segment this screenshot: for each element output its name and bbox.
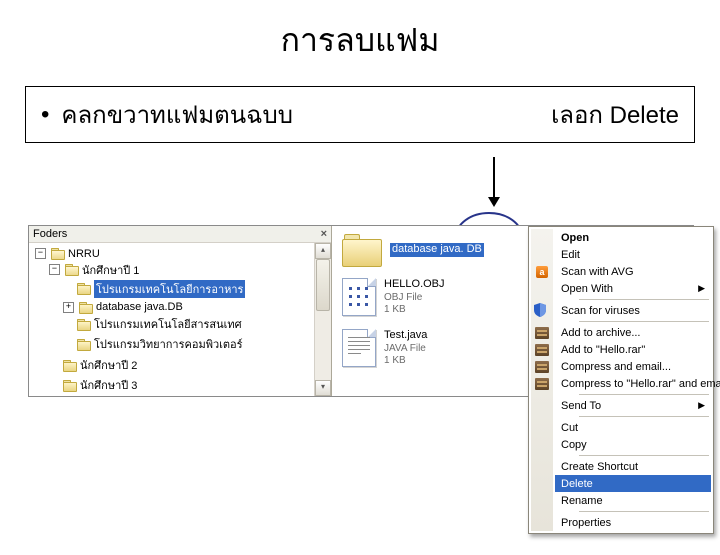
page-title: การลบแฟม [0,15,720,66]
folder-icon [77,319,91,330]
context-menu: Open Edit Scan with AVG Open With ▶ Scan… [528,226,714,534]
archive-icon [534,325,550,340]
menu-compress-hello-email[interactable]: Compress to "Hello.rar" and email [555,375,711,392]
scroll-up-icon[interactable]: ▴ [315,243,331,259]
file-name: Test.java [384,329,427,343]
file-type: OBJ File [384,292,445,305]
menu-separator [579,416,709,417]
collapse-icon[interactable]: − [35,248,46,259]
menu-add-hello[interactable]: Add to "Hello.rar" [555,341,711,358]
obj-file-icon [342,278,376,316]
folder-icon [77,339,91,350]
folders-header: Foders × [29,226,331,243]
folder-tree[interactable]: − NRRU − นักศึกษาปี 1 [33,245,331,396]
close-icon[interactable]: × [321,228,327,240]
tree-label-selected: โปรแกรมเทคโนโลยีการอาหาร [94,280,245,298]
scroll-down-icon[interactable]: ▾ [315,380,331,396]
menu-cut[interactable]: Cut [555,419,711,436]
tree-node-sub4[interactable]: โปรแกรมวิทยาการคอมพิวเตอร์ [63,335,243,353]
menu-rename[interactable]: Rename [555,492,711,509]
menu-edit[interactable]: Edit [555,246,711,263]
folder-icon [79,302,93,313]
menu-send-to[interactable]: Send To ▶ [555,397,711,414]
menu-open[interactable]: Open [555,229,711,246]
archive-icon [534,342,550,357]
menu-separator [579,394,709,395]
file-size: 1 KB [384,304,445,317]
folders-panel: Foders × ▴ ▾ − NRRU [29,226,332,396]
menu-delete[interactable]: Delete [555,475,711,492]
tree-label: database java.DB [96,301,183,313]
collapse-icon[interactable]: − [49,264,60,275]
arrow-annotation [488,157,500,207]
instruction-left: คลกขวาทแฟมตนฉบบ [61,95,293,134]
folder-large-icon [342,234,382,266]
tree-label: โปรแกรมวิทยาการคอมพิวเตอร์ [94,335,243,353]
folder-icon [65,264,79,275]
menu-scan-viruses[interactable]: Scan for viruses [555,302,711,319]
folder-icon [63,360,77,371]
menu-separator [579,511,709,512]
tree-node-year2[interactable]: นักศึกษาปี 2 [49,356,137,374]
menu-add-archive[interactable]: Add to archive... [555,324,711,341]
scrollbar[interactable]: ▴ ▾ [314,243,331,396]
folder-icon [51,248,65,259]
tree-node-year3[interactable]: นักศึกษาปี 3 [49,376,137,394]
scroll-thumb[interactable] [316,259,330,311]
file-size: 1 KB [384,355,427,368]
bullet-icon: • [41,101,49,129]
tree-label: นักศึกษาปี 2 [80,356,137,374]
expand-icon[interactable]: + [63,302,74,313]
shield-icon [534,303,546,317]
text-file-icon [342,329,376,367]
tree-label: โปรแกรมเทคโนโลยีสารสนเทศ [94,315,242,333]
file-name: HELLO.OBJ [384,278,445,292]
menu-copy[interactable]: Copy [555,436,711,453]
archive-icon [534,376,550,391]
menu-separator [579,455,709,456]
tree-node-sub1[interactable]: โปรแกรมเทคโนโลยีการอาหาร [63,280,245,298]
folders-title: Foders [33,228,67,240]
chevron-right-icon: ▶ [698,400,705,411]
menu-scan-avg[interactable]: Scan with AVG [555,263,711,280]
tree-label: นักศึกษาปี 3 [80,376,137,394]
folder-icon [77,283,91,294]
menu-open-with[interactable]: Open With ▶ [555,280,711,297]
tree-node-sub3[interactable]: โปรแกรมเทคโนโลยีสารสนเทศ [63,315,242,333]
file-type: JAVA File [384,343,427,356]
file-name: database java. DB [390,243,484,257]
menu-properties[interactable]: Properties [555,514,711,531]
chevron-right-icon: ▶ [698,283,705,294]
tree-node-root[interactable]: − NRRU [35,248,100,260]
menu-separator [579,299,709,300]
menu-create-shortcut[interactable]: Create Shortcut [555,458,711,475]
tree-label: นักศึกษาปี 1 [82,261,139,279]
tree-label: NRRU [68,248,100,260]
instruction-box: • คลกขวาทแฟมตนฉบบ เลอก Delete [25,86,695,143]
tree-node-sub2[interactable]: + database java.DB [63,301,183,313]
instruction-right: เลอก Delete [551,95,679,134]
menu-compress-email[interactable]: Compress and email... [555,358,711,375]
menu-separator [579,321,709,322]
avg-icon [534,264,550,279]
tree-node-year1[interactable]: − นักศึกษาปี 1 [49,261,139,279]
archive-icon [534,359,550,374]
folder-icon [63,380,77,391]
